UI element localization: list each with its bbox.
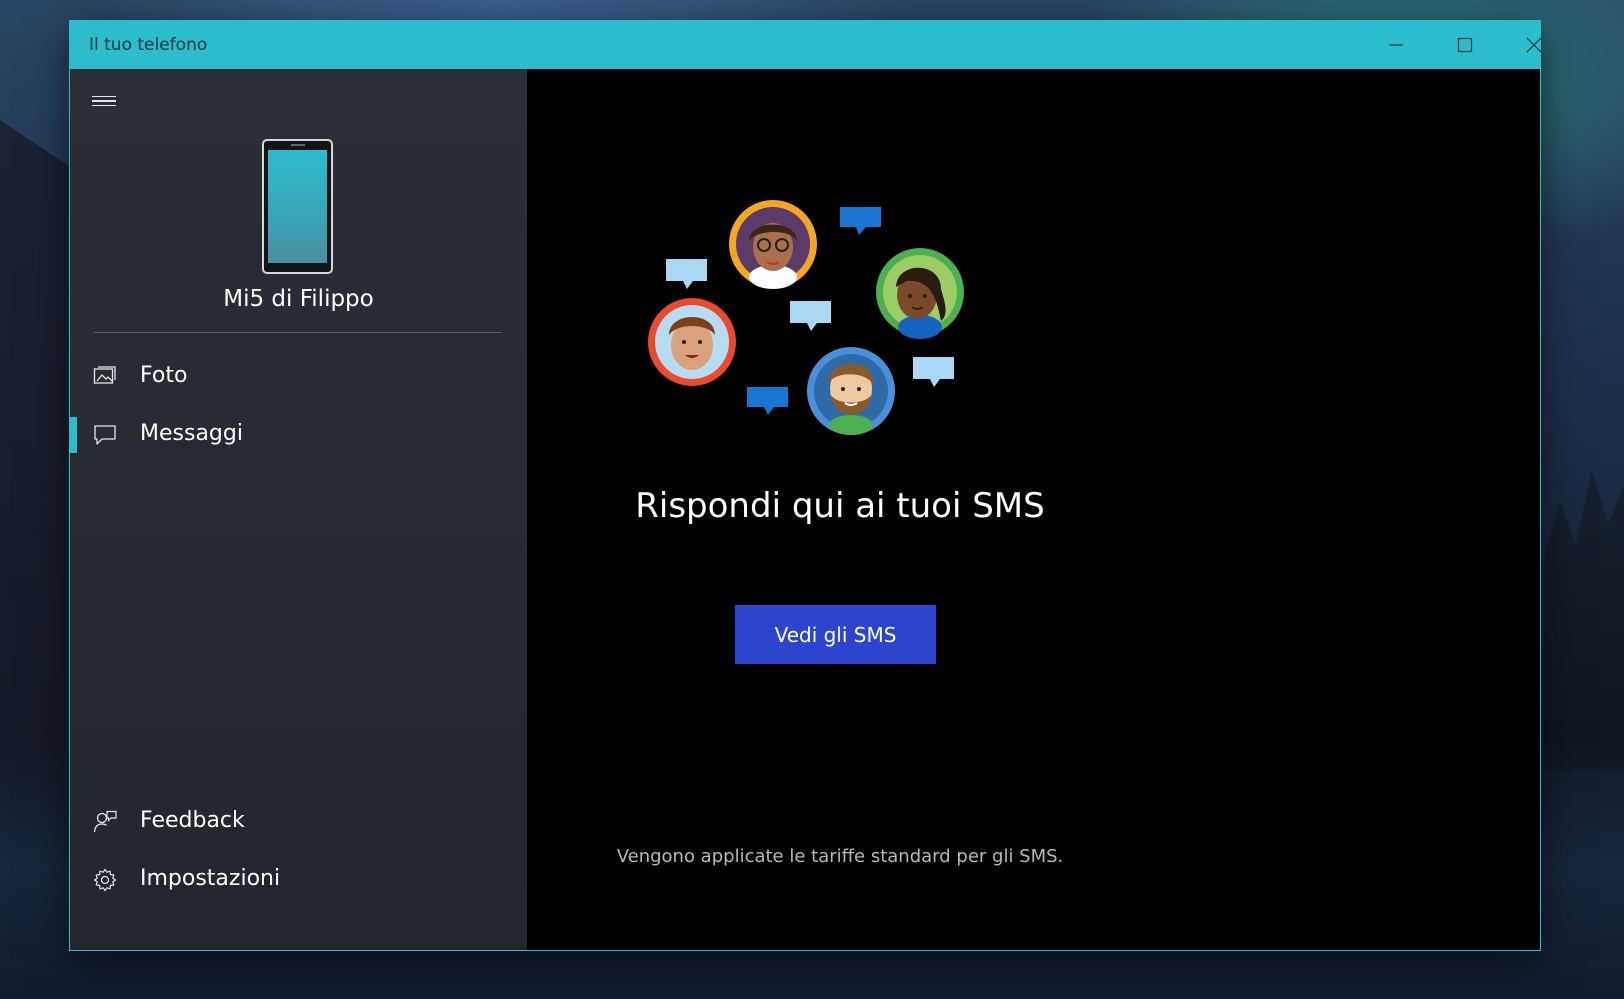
close-icon xyxy=(1526,37,1542,53)
hamburger-menu-button[interactable] xyxy=(92,91,118,111)
sidebar-item-label: Messaggi xyxy=(140,421,243,446)
sidebar-item-foto[interactable]: Foto xyxy=(70,355,527,399)
minimize-button[interactable] xyxy=(1362,21,1430,69)
photos-icon xyxy=(93,366,116,384)
sidebar-item-label: Foto xyxy=(140,363,188,388)
maximize-button[interactable] xyxy=(1431,21,1499,69)
phone-icon xyxy=(262,139,333,274)
sidebar-item-label: Feedback xyxy=(140,808,245,833)
view-sms-button[interactable]: Vedi gli SMS xyxy=(735,605,936,664)
sidebar-item-feedback[interactable]: Feedback xyxy=(70,800,527,844)
app-window: Il tuo telefono Mi5 di Filippo Foto Mess… xyxy=(70,21,1542,950)
close-button[interactable] xyxy=(1500,21,1568,69)
sms-rates-notice: Vengono applicate le tariffe standard pe… xyxy=(616,846,1064,867)
feedback-icon xyxy=(93,810,117,833)
title-bar[interactable]: Il tuo telefono xyxy=(70,21,1542,69)
sidebar-item-messaggi[interactable]: Messaggi xyxy=(70,413,527,457)
selection-indicator xyxy=(70,417,77,453)
device-name: Mi5 di Filippo xyxy=(223,286,374,312)
maximize-icon xyxy=(1457,37,1473,53)
wallpaper-trees xyxy=(1544,470,1624,770)
page-headline: Rispondi qui ai tuoi SMS xyxy=(635,486,1045,526)
window-title: Il tuo telefono xyxy=(89,35,208,55)
minimize-icon xyxy=(1389,44,1403,46)
sidebar-item-impostazioni[interactable]: Impostazioni xyxy=(70,858,527,902)
main-content: Rispondi qui ai tuoi SMS Vedi gli SMS Ve… xyxy=(527,69,1540,950)
message-icon xyxy=(94,425,116,445)
sidebar-divider xyxy=(94,332,502,333)
sidebar-item-label: Impostazioni xyxy=(140,866,281,891)
sidebar: Mi5 di Filippo Foto Messaggi Feedback Im… xyxy=(70,69,527,950)
people-chatting-illustration xyxy=(648,200,964,435)
gear-icon xyxy=(93,868,117,892)
